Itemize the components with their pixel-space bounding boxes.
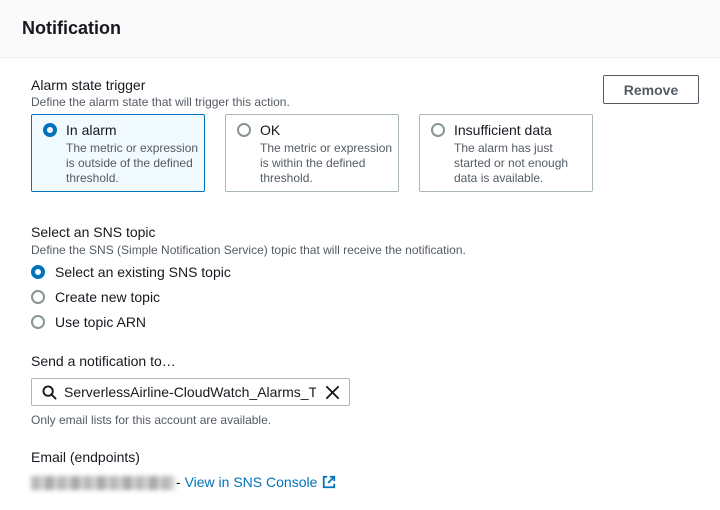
redacted-email (31, 476, 175, 490)
search-icon (42, 385, 57, 405)
radio-insufficient-data[interactable] (431, 123, 445, 137)
remove-button[interactable]: Remove (603, 75, 699, 104)
sns-console-link[interactable]: View in SNS Console (185, 474, 337, 490)
radio-in-alarm[interactable] (43, 123, 57, 137)
sns-topic-description: Define the SNS (Simple Notification Serv… (31, 243, 466, 257)
email-endpoints-label: Email (endpoints) (31, 449, 140, 465)
alarm-state-description: Define the alarm state that will trigger… (31, 95, 290, 109)
radio-ok[interactable] (237, 123, 251, 137)
email-link-row: - View in SNS Console (176, 474, 336, 492)
option-label: Select an existing SNS topic (55, 264, 231, 280)
option-label: Use topic ARN (55, 314, 147, 330)
topic-search-input[interactable] (64, 382, 316, 402)
tile-description: The metric or expression is within the d… (260, 141, 393, 185)
tile-description: The alarm has just started or not enough… (454, 141, 569, 185)
topic-search-field[interactable] (31, 378, 350, 406)
send-to-hint: Only email lists for this account are av… (31, 413, 272, 427)
tile-ok[interactable]: OK The metric or expression is within th… (225, 114, 399, 192)
panel-title: Notification (22, 18, 121, 38)
sns-topic-label: Select an SNS topic (31, 224, 156, 240)
external-link-icon (322, 475, 336, 492)
panel-header: Notification (0, 0, 720, 58)
tile-in-alarm[interactable]: In alarm The metric or expression is out… (31, 114, 205, 192)
option-label: Create new topic (55, 289, 161, 305)
alarm-state-label: Alarm state trigger (31, 77, 146, 93)
clear-icon[interactable] (325, 385, 340, 405)
send-to-label: Send a notification to… (31, 353, 176, 369)
sns-console-link-label: View in SNS Console (184, 474, 318, 490)
tile-title: OK (260, 122, 281, 138)
tile-insufficient-data[interactable]: Insufficient data The alarm has just sta… (419, 114, 593, 192)
radio-existing-topic[interactable] (31, 265, 45, 279)
tile-title: In alarm (66, 122, 117, 138)
separator: - (176, 474, 181, 490)
tile-description: The metric or expression is outside of t… (66, 141, 199, 185)
radio-create-topic[interactable] (31, 290, 45, 304)
tile-title: Insufficient data (454, 122, 552, 138)
radio-topic-arn[interactable] (31, 315, 45, 329)
